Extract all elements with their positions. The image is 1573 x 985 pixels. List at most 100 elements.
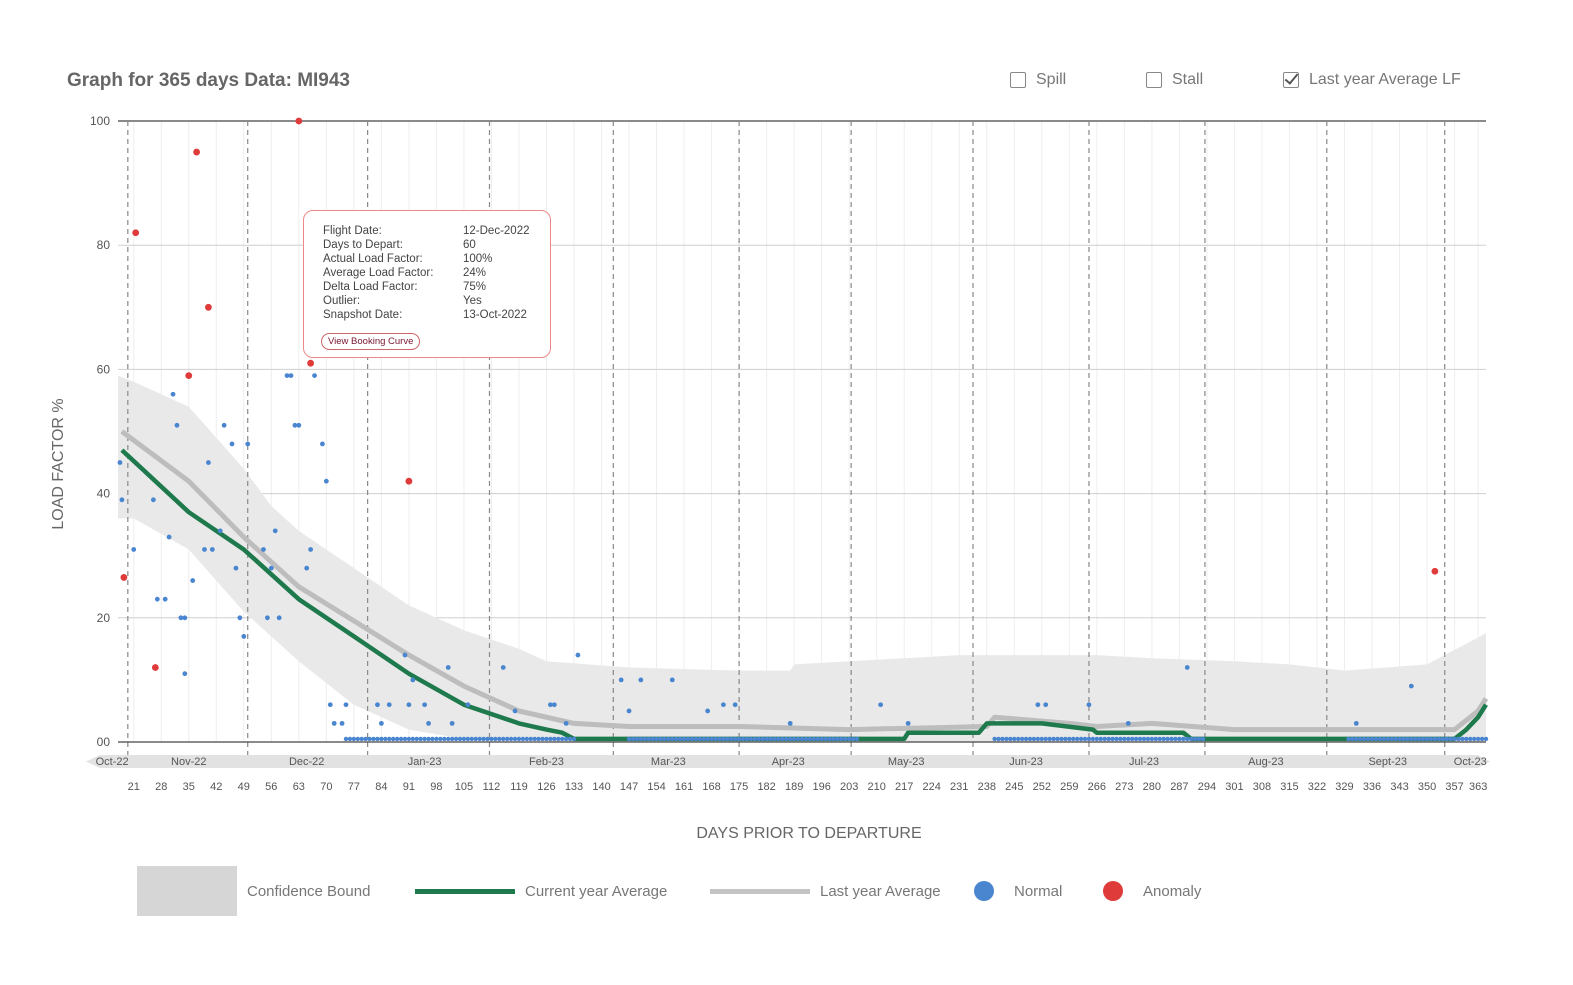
normal-point xyxy=(131,547,137,552)
x-tick-label: 308 xyxy=(1253,781,1271,793)
x-tick-label: 196 xyxy=(812,781,830,793)
normal-point xyxy=(182,615,188,621)
normal-point xyxy=(1354,736,1359,742)
normal-point xyxy=(551,702,557,708)
normal-point xyxy=(571,736,577,742)
normal-point xyxy=(823,736,828,742)
confidence-bound-swatch xyxy=(137,866,237,916)
normal-point xyxy=(379,736,384,742)
normal-point xyxy=(1067,736,1072,742)
normal-point xyxy=(784,736,789,742)
normal-point xyxy=(367,736,372,742)
normal-point xyxy=(1086,736,1092,742)
normal-point xyxy=(626,708,632,714)
y-tick-label: 80 xyxy=(97,238,111,252)
normal-point xyxy=(1460,736,1465,742)
tooltip-key: Flight Date: xyxy=(323,225,382,237)
y-tick-label: 00 xyxy=(97,735,111,749)
normal-point xyxy=(725,736,730,742)
month-label: Jul-23 xyxy=(1129,756,1159,768)
normal-point xyxy=(1141,736,1147,742)
x-tick-label: 350 xyxy=(1418,781,1436,793)
normal-point xyxy=(756,736,761,742)
normal-point xyxy=(371,736,376,742)
normal-point xyxy=(1448,736,1453,742)
normal-point xyxy=(1169,736,1174,742)
normal-point xyxy=(1000,736,1005,742)
normal-point xyxy=(1432,736,1438,742)
x-tick-label: 63 xyxy=(293,781,305,793)
normal-point xyxy=(1031,736,1037,742)
tooltip-value: 13-Oct-2022 xyxy=(463,309,527,321)
normal-point xyxy=(839,736,844,742)
normal-point xyxy=(1350,736,1355,742)
y-tick-label: 60 xyxy=(97,362,111,376)
normal-point xyxy=(905,720,911,726)
normal-point xyxy=(646,736,651,742)
normal-point xyxy=(229,441,235,447)
normal-point xyxy=(512,708,518,714)
chart-legend: Confidence Bound Current year Average La… xyxy=(0,866,1573,916)
tooltip-row: Days to Depart: 60 xyxy=(323,238,550,252)
normal-point xyxy=(343,736,349,742)
normal-point xyxy=(500,665,506,670)
normal-point xyxy=(717,736,722,742)
normal-point xyxy=(438,736,443,742)
normal-point xyxy=(414,736,419,742)
normal-point xyxy=(1444,736,1449,742)
normal-point xyxy=(1043,736,1048,742)
normal-point xyxy=(642,736,647,742)
x-tick-label: 280 xyxy=(1143,781,1161,793)
normal-point xyxy=(548,736,553,742)
normal-point xyxy=(650,736,655,742)
normal-point xyxy=(1408,683,1414,689)
anomaly-point xyxy=(120,574,128,581)
tooltip-key: Days to Depart: xyxy=(323,239,403,251)
normal-point xyxy=(445,665,451,670)
normal-point xyxy=(449,720,455,726)
normal-point xyxy=(544,736,549,742)
normal-point xyxy=(776,736,781,742)
normal-point xyxy=(1409,736,1414,742)
normal-point xyxy=(1157,736,1162,742)
normal-point xyxy=(426,720,431,726)
normal-point xyxy=(1126,736,1131,742)
normal-point xyxy=(1027,736,1033,742)
x-tick-label: 147 xyxy=(620,781,638,793)
normal-point xyxy=(426,736,431,742)
normal-point xyxy=(1369,736,1375,742)
normal-point xyxy=(1365,736,1371,742)
normal-point xyxy=(1436,736,1442,742)
x-tick-label: 343 xyxy=(1390,781,1408,793)
normal-point xyxy=(1153,736,1158,742)
x-tick-label: 245 xyxy=(1005,781,1023,793)
normal-point xyxy=(1184,665,1190,670)
normal-point xyxy=(465,736,471,742)
view-booking-curve-button[interactable]: View Booking Curve xyxy=(321,333,421,350)
normal-point xyxy=(162,596,168,602)
x-tick-label: 126 xyxy=(537,781,555,793)
normal-point xyxy=(1035,736,1041,742)
normal-point xyxy=(674,736,679,742)
normal-point xyxy=(359,736,364,742)
x-tick-label: 363 xyxy=(1469,781,1487,793)
normal-point xyxy=(575,652,581,658)
normal-point xyxy=(666,736,671,742)
normal-point xyxy=(811,736,816,742)
x-tick-label: 28 xyxy=(155,781,167,793)
normal-point xyxy=(1004,736,1009,742)
normal-point xyxy=(446,736,451,742)
tooltip-row: Flight Date: 12-Dec-2022 xyxy=(323,224,550,238)
legend-anomaly: Anomaly xyxy=(1103,866,1201,916)
normal-point xyxy=(469,736,474,742)
normal-point xyxy=(689,736,695,742)
normal-point xyxy=(768,736,773,742)
normal-point xyxy=(202,547,207,552)
normal-point xyxy=(1071,736,1076,742)
normal-point xyxy=(1472,736,1477,742)
normal-point xyxy=(477,736,482,742)
normal-point xyxy=(457,736,463,742)
normal-point xyxy=(182,671,188,677)
normal-point xyxy=(1161,736,1166,742)
normal-point xyxy=(1035,702,1041,708)
